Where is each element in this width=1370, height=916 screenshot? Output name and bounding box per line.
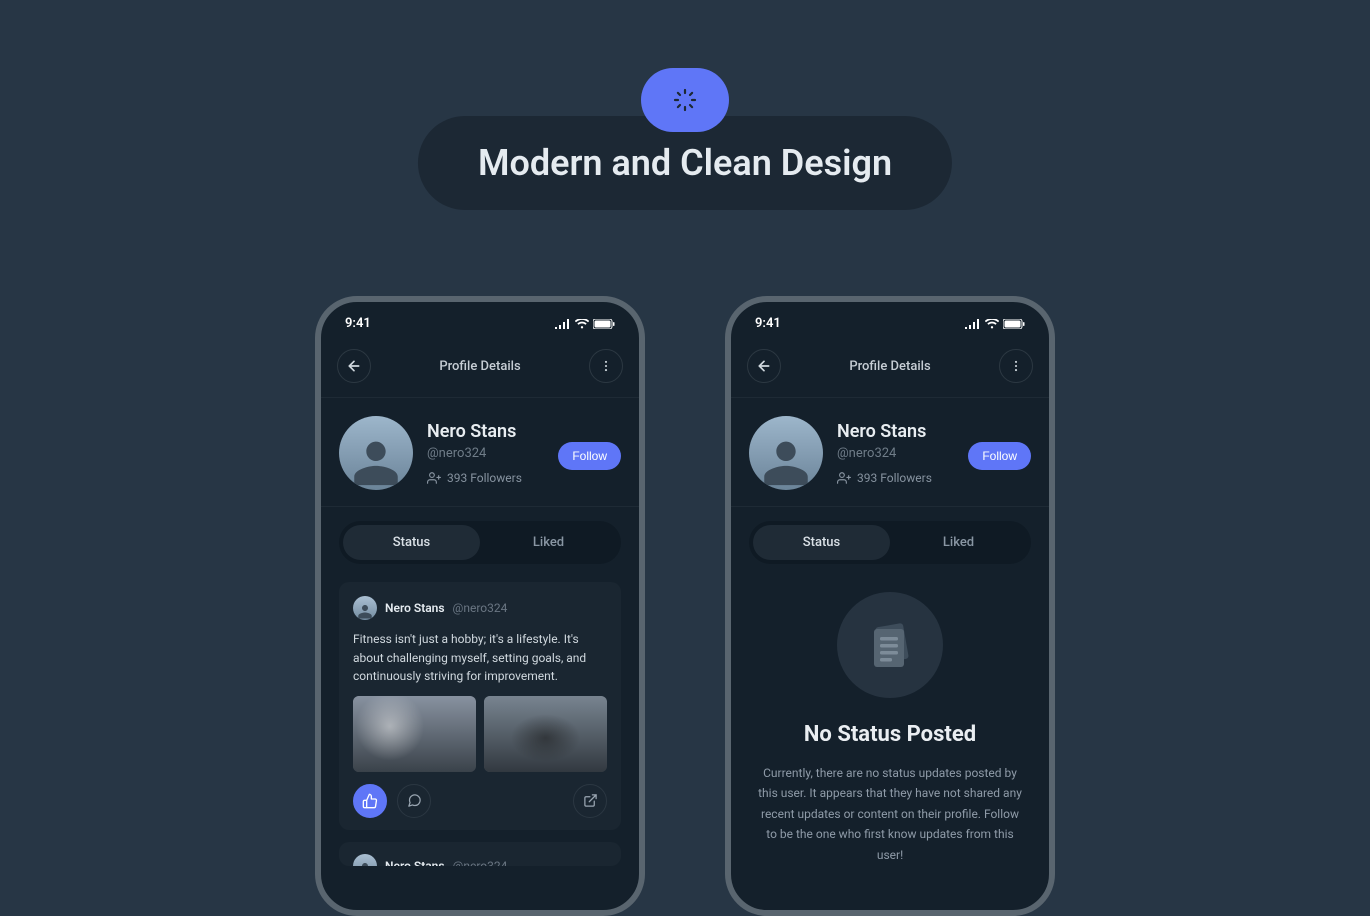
- profile-name: Nero Stans: [837, 421, 1031, 442]
- thumbs-up-icon: [362, 793, 378, 809]
- comment-icon: [407, 793, 422, 808]
- status-bar: 9:41: [731, 302, 1049, 339]
- tabs: Status Liked: [339, 521, 621, 564]
- signal-icon: [555, 319, 571, 329]
- empty-title: No Status Posted: [749, 722, 1031, 747]
- comment-button[interactable]: [397, 784, 431, 818]
- status-bar: 9:41: [321, 302, 639, 339]
- post-author: Nero Stans: [385, 601, 445, 615]
- user-plus-icon: [427, 471, 441, 485]
- post-author: Nero Stans: [385, 859, 445, 866]
- divider: [731, 506, 1049, 507]
- divider: [321, 506, 639, 507]
- header-badge: [641, 68, 729, 132]
- arrow-left-icon: [756, 358, 772, 374]
- post-handle: @nero324: [453, 859, 508, 866]
- followers-row: 393 Followers: [837, 471, 1031, 485]
- profile-section: Nero Stans @nero324 393 Followers Follow: [731, 398, 1049, 506]
- tab-status[interactable]: Status: [343, 525, 480, 560]
- wifi-icon: [985, 319, 999, 329]
- post-header: Nero Stans @nero324: [353, 596, 607, 620]
- post-avatar[interactable]: [353, 596, 377, 620]
- more-vertical-icon: [1009, 359, 1023, 373]
- phone-left: 9:41 Profile Details Nero Stans @ner: [315, 296, 645, 916]
- phones-container: 9:41 Profile Details Nero Stans @ner: [315, 296, 1055, 916]
- avatar[interactable]: [339, 416, 413, 490]
- wifi-icon: [575, 319, 589, 329]
- followers-row: 393 Followers: [427, 471, 621, 485]
- post-text: Fitness isn't just a hobby; it's a lifes…: [353, 630, 607, 686]
- back-button[interactable]: [747, 349, 781, 383]
- nav-bar: Profile Details: [321, 339, 639, 397]
- user-plus-icon: [837, 471, 851, 485]
- phone-right: 9:41 Profile Details Nero Stans @ner: [725, 296, 1055, 916]
- tab-liked[interactable]: Liked: [890, 525, 1027, 560]
- status-time: 9:41: [345, 316, 371, 331]
- documents-icon: [860, 615, 920, 675]
- avatar[interactable]: [749, 416, 823, 490]
- post-handle: @nero324: [453, 601, 508, 615]
- tab-status[interactable]: Status: [753, 525, 890, 560]
- profile-name: Nero Stans: [427, 421, 621, 442]
- nav-bar: Profile Details: [731, 339, 1049, 397]
- empty-state: No Status Posted Currently, there are no…: [731, 564, 1049, 865]
- share-button[interactable]: [573, 784, 607, 818]
- followers-count: 393 Followers: [857, 471, 932, 485]
- follow-button[interactable]: Follow: [558, 442, 621, 470]
- follow-button[interactable]: Follow: [968, 442, 1031, 470]
- header-title: Modern and Clean Design: [478, 142, 892, 184]
- empty-state-icon-container: [837, 592, 943, 698]
- more-vertical-icon: [599, 359, 613, 373]
- empty-description: Currently, there are no status updates p…: [749, 763, 1031, 865]
- battery-icon: [1003, 319, 1025, 329]
- tabs: Status Liked: [749, 521, 1031, 564]
- more-button[interactable]: [589, 349, 623, 383]
- status-indicators: [965, 319, 1025, 329]
- battery-icon: [593, 319, 615, 329]
- signal-icon: [965, 319, 981, 329]
- post-card-partial: Nero Stans @nero324: [339, 842, 621, 866]
- more-button[interactable]: [999, 349, 1033, 383]
- post-images: [353, 696, 607, 772]
- post-image-2[interactable]: [484, 696, 607, 772]
- status-time: 9:41: [755, 316, 781, 331]
- nav-title: Profile Details: [439, 359, 520, 374]
- followers-count: 393 Followers: [447, 471, 522, 485]
- like-button[interactable]: [353, 784, 387, 818]
- post-actions: [353, 784, 607, 818]
- loading-spinner-icon: [673, 88, 697, 112]
- post-image-1[interactable]: [353, 696, 476, 772]
- post-card: Nero Stans @nero324 Fitness isn't just a…: [339, 582, 621, 830]
- external-link-icon: [583, 793, 598, 808]
- tab-liked[interactable]: Liked: [480, 525, 617, 560]
- nav-title: Profile Details: [849, 359, 930, 374]
- status-indicators: [555, 319, 615, 329]
- back-button[interactable]: [337, 349, 371, 383]
- profile-section: Nero Stans @nero324 393 Followers Follow: [321, 398, 639, 506]
- post-avatar[interactable]: [353, 854, 377, 866]
- arrow-left-icon: [346, 358, 362, 374]
